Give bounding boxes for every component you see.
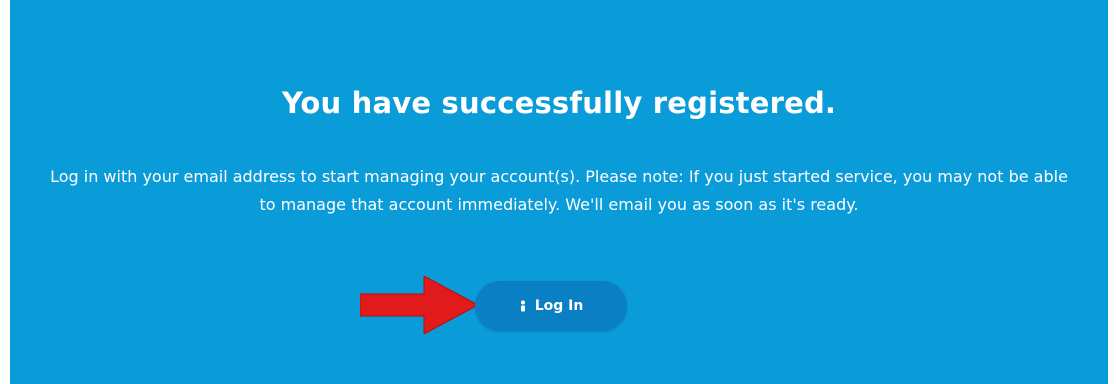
page-title: You have successfully registered. bbox=[281, 86, 837, 120]
login-button-label: Log In bbox=[534, 298, 584, 314]
person-icon bbox=[520, 300, 525, 312]
login-button[interactable]: Log In bbox=[475, 281, 627, 331]
red-arrow-icon bbox=[360, 276, 478, 334]
registration-message: Log in with your email address to start … bbox=[50, 167, 1068, 214]
registration-panel: You have successfully registered. Log in… bbox=[8, 0, 1108, 384]
